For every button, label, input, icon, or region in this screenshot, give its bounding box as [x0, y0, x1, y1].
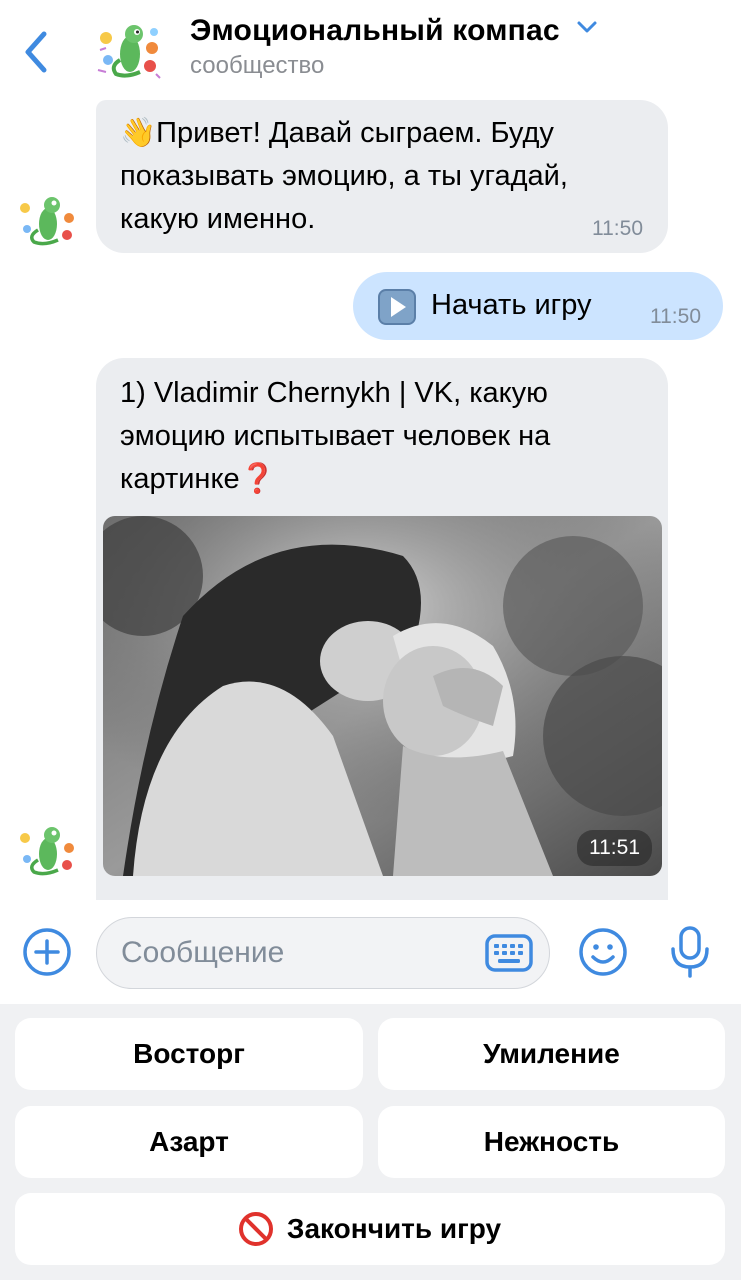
message-time: 11:50	[592, 217, 643, 240]
message-photo[interactable]: 11:51	[103, 516, 662, 876]
chat-title-block[interactable]: Эмоциональный компас сообщество	[190, 14, 598, 80]
chat-title[interactable]: Эмоциональный компас	[190, 14, 560, 48]
message-input-placeholder: Сообщение	[121, 936, 285, 969]
sender-avatar[interactable]	[16, 822, 78, 880]
chevron-down-icon[interactable]	[576, 20, 598, 34]
answer-button-nezhnost[interactable]: Нежность	[378, 1106, 725, 1178]
no-entry-icon	[238, 1212, 273, 1246]
message-text: Начать игру	[431, 289, 592, 321]
bot-keyboard-icon[interactable]	[484, 932, 534, 974]
message-input[interactable]: Сообщение	[96, 917, 550, 989]
community-avatar[interactable]	[96, 20, 162, 82]
chat-header: Эмоциональный компас сообщество	[0, 0, 741, 100]
back-arrow-icon[interactable]	[18, 28, 54, 76]
message-list[interactable]: 👋Привет! Давай сыграем. Буду показывать …	[0, 100, 741, 982]
waving-hand-emoji: 👋	[120, 117, 157, 149]
answer-button-vostorg[interactable]: Восторг	[15, 1018, 363, 1090]
photo-time-badge: 11:51	[577, 830, 652, 866]
message-text: 1) Vladimir Chernykh | VK, какую эмоцию …	[120, 377, 551, 495]
attach-plus-icon[interactable]	[22, 927, 72, 977]
end-game-label: Закончить игру	[286, 1213, 502, 1244]
incoming-message[interactable]: 👋Привет! Давай сыграем. Буду показывать …	[96, 100, 668, 253]
emoji-smile-icon[interactable]	[578, 927, 628, 977]
play-button-icon	[378, 289, 416, 325]
photo-image	[103, 516, 662, 876]
answer-button-azart[interactable]: Азарт	[15, 1106, 363, 1178]
message-text: 👋Привет! Давай сыграем. Буду показывать …	[120, 117, 568, 235]
chat-subtitle: сообщество	[190, 52, 325, 79]
question-mark-emoji: ❓	[239, 463, 276, 495]
end-game-button[interactable]: Закончить игру	[15, 1193, 725, 1265]
outgoing-message[interactable]: Начать игру 11:50	[353, 272, 723, 340]
incoming-message[interactable]: 1) Vladimir Chernykh | VK, какую эмоцию …	[96, 358, 668, 982]
sender-avatar[interactable]	[16, 192, 78, 250]
answer-button-umilenie[interactable]: Умиление	[378, 1018, 725, 1090]
message-time: 11:50	[650, 305, 701, 328]
microphone-icon[interactable]	[668, 925, 712, 979]
